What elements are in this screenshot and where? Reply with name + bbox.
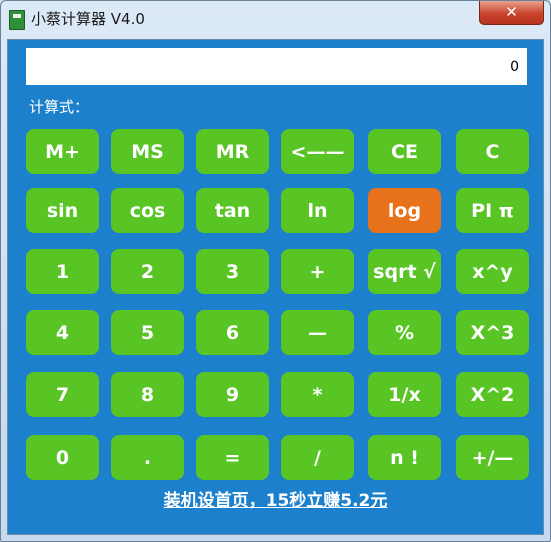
key-3[interactable]: 3 bbox=[196, 249, 269, 294]
key-reciprocal[interactable]: 1/x bbox=[368, 372, 441, 417]
window-title: 小蔡计算器 V4.0 bbox=[31, 10, 145, 28]
result-display[interactable] bbox=[26, 48, 527, 85]
key-m-plus[interactable]: M+ bbox=[26, 129, 99, 174]
title-bar[interactable]: 小蔡计算器 V4.0 ✕ bbox=[1, 1, 550, 37]
key-x-pow-y[interactable]: x^y bbox=[456, 249, 529, 294]
key-cos[interactable]: cos bbox=[111, 188, 184, 233]
key-sin[interactable]: sin bbox=[26, 188, 99, 233]
key-plus[interactable]: + bbox=[281, 249, 354, 294]
key-ce[interactable]: CE bbox=[368, 129, 441, 174]
key-sqrt[interactable]: sqrt √ bbox=[368, 249, 441, 294]
key-cube[interactable]: X^3 bbox=[456, 310, 529, 355]
key-percent[interactable]: % bbox=[368, 310, 441, 355]
calculator-app-icon bbox=[9, 10, 25, 30]
promo-link[interactable]: 装机设首页，15秒立赚5.2元 bbox=[8, 486, 543, 511]
key-9[interactable]: 9 bbox=[196, 372, 269, 417]
key-0[interactable]: 0 bbox=[26, 435, 99, 480]
close-button[interactable]: ✕ bbox=[479, 1, 544, 25]
key-c[interactable]: C bbox=[456, 129, 529, 174]
key-7[interactable]: 7 bbox=[26, 372, 99, 417]
key-2[interactable]: 2 bbox=[111, 249, 184, 294]
expression-label: 计算式： bbox=[29, 98, 90, 116]
key-factorial[interactable]: n ! bbox=[368, 435, 441, 480]
key-multiply[interactable]: * bbox=[281, 372, 354, 417]
key-minus[interactable]: — bbox=[281, 310, 354, 355]
key-6[interactable]: 6 bbox=[196, 310, 269, 355]
key-backspace[interactable]: <—— bbox=[281, 129, 354, 174]
calculator-window: 小蔡计算器 V4.0 ✕ 计算式： M+ MS MR <—— CE C sin … bbox=[0, 0, 551, 542]
calculator-body: 计算式： M+ MS MR <—— CE C sin cos tan ln lo… bbox=[7, 39, 544, 535]
key-ln[interactable]: ln bbox=[281, 188, 354, 233]
key-pi[interactable]: PI π bbox=[456, 188, 529, 233]
key-5[interactable]: 5 bbox=[111, 310, 184, 355]
key-equals[interactable]: = bbox=[196, 435, 269, 480]
key-8[interactable]: 8 bbox=[111, 372, 184, 417]
key-square[interactable]: X^2 bbox=[456, 372, 529, 417]
key-ms[interactable]: MS bbox=[111, 129, 184, 174]
key-decimal[interactable]: . bbox=[111, 435, 184, 480]
key-4[interactable]: 4 bbox=[26, 310, 99, 355]
close-icon: ✕ bbox=[505, 3, 518, 21]
key-mr[interactable]: MR bbox=[196, 129, 269, 174]
key-tan[interactable]: tan bbox=[196, 188, 269, 233]
key-1[interactable]: 1 bbox=[26, 249, 99, 294]
key-divide[interactable]: / bbox=[281, 435, 354, 480]
key-log[interactable]: log bbox=[368, 188, 441, 233]
key-negate[interactable]: +/— bbox=[456, 435, 529, 480]
